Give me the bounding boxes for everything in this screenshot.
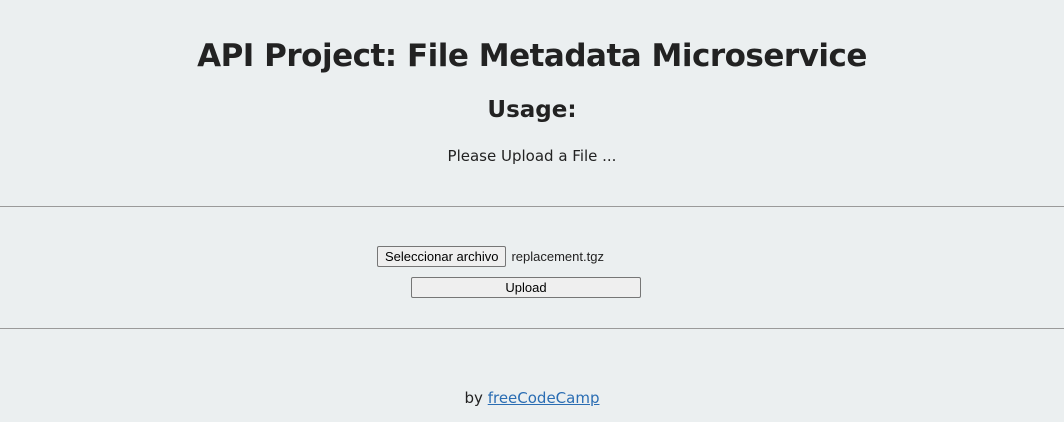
footer-prefix: by [464,389,483,407]
page-container: API Project: File Metadata Microservice … [0,0,1064,422]
usage-heading: Usage: [487,97,577,123]
divider-top [0,206,1064,207]
choose-file-button[interactable]: Seleccionar archivo [377,246,507,267]
file-input[interactable]: Seleccionar archivo replacement.tgz [377,246,604,267]
footer: by freeCodeCamp [0,389,1064,407]
selected-file-name: replacement.tgz [511,249,604,264]
upload-button[interactable]: Upload [411,277,641,298]
divider-bottom [0,328,1064,329]
page-title: API Project: File Metadata Microservice [197,38,867,74]
freecodecamp-link[interactable]: freeCodeCamp [488,389,600,407]
upload-instruction: Please Upload a File ... [447,147,617,165]
